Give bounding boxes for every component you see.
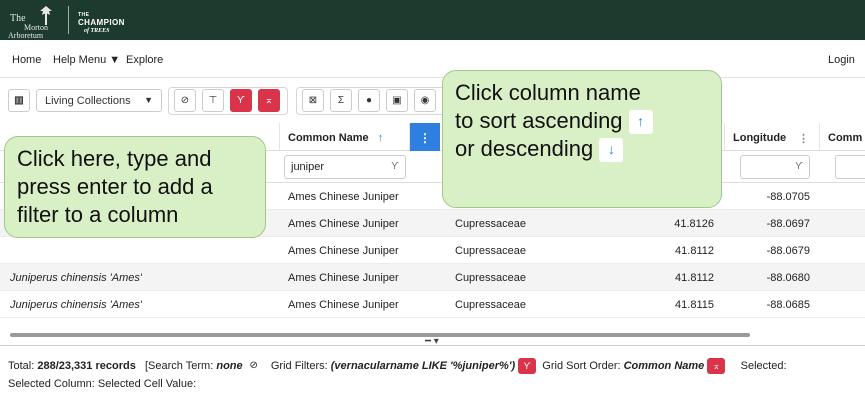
arrow-up-icon: ↑ xyxy=(628,110,653,135)
view-button[interactable]: ● xyxy=(358,89,380,112)
filter-hint-callout: Click here, type and press enter to add … xyxy=(4,136,266,238)
map-icon: ◉ xyxy=(420,95,430,106)
sum-icon: Σ xyxy=(337,95,345,106)
columns-icon: ▥ xyxy=(14,95,24,106)
image-button[interactable]: ▣ xyxy=(386,89,408,112)
tree-icon xyxy=(40,6,52,25)
nav-explore-link[interactable]: Explore xyxy=(126,54,163,66)
map-button[interactable]: ◉ xyxy=(414,89,436,112)
column-header-longitude[interactable]: Longitude ⋮ xyxy=(725,123,820,151)
clear-sort-icon: ⌅ xyxy=(264,95,274,106)
clear-search-icon: ⊘ xyxy=(180,95,190,106)
nav-login-link[interactable]: Login xyxy=(828,54,855,66)
main-nav: Home Help Menu ▼ Explore Login xyxy=(0,40,865,78)
grid-toolbar: ▥ Living Collections ▼ ⊘ ⊤ Ƴ ⌅ ⊠ Σ ● ▣ ◉ xyxy=(0,79,865,123)
clear-sort-icon[interactable]: ⌅ xyxy=(707,358,726,374)
sort-hint-callout: Click column name to sort ascending ↑ or… xyxy=(442,70,722,208)
clear-filter-button[interactable]: Ƴ xyxy=(230,89,252,112)
clear-sort-button[interactable]: ⌅ xyxy=(258,89,280,112)
app-header: The Morton Arboretum THE CHAMPION of TRE… xyxy=(0,0,865,40)
collection-select[interactable]: Living Collections ▼ xyxy=(36,89,162,112)
comm-filter-input[interactable] xyxy=(835,155,865,179)
arrow-down-icon: ↓ xyxy=(599,138,624,163)
clear-filter-icon[interactable]: Ƴ xyxy=(518,358,537,374)
sort-order-value: Common Name xyxy=(623,359,705,372)
horizontal-scrollbar[interactable] xyxy=(10,333,750,337)
export-button[interactable]: ⊠ xyxy=(302,89,324,112)
column-menu-icon[interactable]: ⋮ xyxy=(798,132,809,145)
nav-home-link[interactable]: Home xyxy=(12,54,41,66)
filter-clear-icon[interactable]: Ƴ xyxy=(795,161,803,172)
grid-filters-value: (vernacularname LIKE '%juniper%') xyxy=(330,359,516,372)
filter-button[interactable]: ⊤ xyxy=(202,89,224,112)
total-records: 288/23,331 records xyxy=(37,359,136,372)
column-menu-button[interactable]: ⋮ xyxy=(410,123,440,151)
column-header-common-name[interactable]: Common Name ↑ xyxy=(280,123,410,151)
sum-button[interactable]: Σ xyxy=(330,89,352,112)
sort-ascending-icon: ↑ xyxy=(377,132,384,144)
columns-button[interactable]: ▥ xyxy=(8,89,30,112)
logo-divider xyxy=(68,6,69,34)
clear-search-icon[interactable]: ⊘ xyxy=(246,358,262,374)
clear-search-button[interactable]: ⊘ xyxy=(174,89,196,112)
status-bar: Total: 288/23,331 records [Search Term: … xyxy=(0,345,865,401)
filter-clear-icon[interactable]: Ƴ xyxy=(391,161,399,172)
nav-help-menu[interactable]: Help Menu ▼ xyxy=(53,54,120,66)
caret-down-icon: ▼ xyxy=(109,54,121,66)
caret-down-icon: ▼ xyxy=(144,95,153,105)
clear-filter-icon: Ƴ xyxy=(237,95,245,106)
image-icon: ▣ xyxy=(392,95,402,106)
table-row[interactable]: Ames Chinese Juniper Cupressaceae 41.811… xyxy=(0,237,865,264)
export-icon: ⊠ xyxy=(308,95,318,106)
filter-icon: ⊤ xyxy=(208,95,218,106)
search-term-value: none xyxy=(216,359,243,372)
table-row[interactable]: Juniperus chinensis 'Ames' Ames Chinese … xyxy=(0,291,865,318)
table-row[interactable]: Juniperus chinensis 'Ames' Ames Chinese … xyxy=(0,264,865,291)
view-icon: ● xyxy=(365,95,373,106)
morton-arboretum-logo[interactable]: The Morton Arboretum xyxy=(8,3,58,40)
common-name-filter-input[interactable]: juniper Ƴ xyxy=(284,155,406,179)
champion-of-trees-logo[interactable]: THE CHAMPION of TREES xyxy=(78,11,125,35)
longitude-filter-input[interactable]: Ƴ xyxy=(740,155,810,179)
column-header-comm[interactable]: Comm xyxy=(820,123,865,151)
